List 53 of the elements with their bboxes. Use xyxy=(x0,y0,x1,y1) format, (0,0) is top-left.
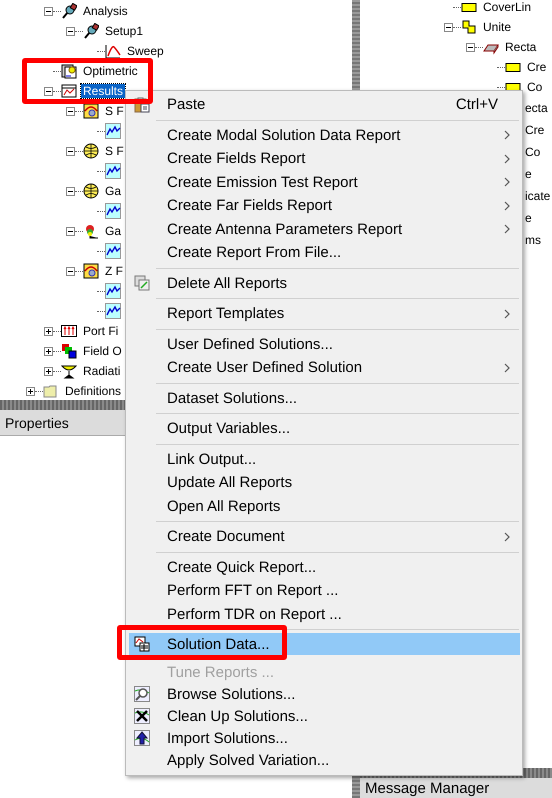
tree-item[interactable]: icate xyxy=(523,189,552,203)
tree-item[interactable]: Ga xyxy=(103,224,124,238)
menu-item[interactable]: Create User Defined Solution xyxy=(129,356,520,380)
tree-item[interactable]: Optimetric xyxy=(81,64,140,78)
menu-item[interactable]: Create Emission Test Report xyxy=(129,170,520,194)
tree-item[interactable]: Radiati xyxy=(81,364,122,378)
menu-item[interactable]: Report Templates xyxy=(129,302,520,326)
tree-item[interactable]: Co xyxy=(523,145,542,159)
menu-item[interactable]: Perform FFT on Report ... xyxy=(129,579,520,602)
menu-item[interactable]: Open All Reports xyxy=(129,494,520,518)
menu-item[interactable]: Create Quick Report... xyxy=(129,556,520,579)
menu-item[interactable]: Create Far Fields Report xyxy=(129,194,520,218)
tree-item[interactable]: Results xyxy=(81,84,126,98)
tree-item[interactable]: Unite xyxy=(481,20,514,34)
menu-item[interactable]: Solution Data... xyxy=(129,633,520,655)
tree-item[interactable]: Ga xyxy=(103,184,124,198)
menu-item[interactable]: Create Report From File... xyxy=(129,241,520,264)
menu-item[interactable]: Create Antenna Parameters Report xyxy=(129,218,520,241)
menu-item[interactable]: Perform TDR on Report ... xyxy=(129,602,520,626)
tree-item[interactable]: ecta xyxy=(523,101,550,115)
tree-item[interactable]: Cre xyxy=(525,60,548,74)
tree-item[interactable]: Setup1 xyxy=(103,24,146,38)
tree-item[interactable]: Definitions xyxy=(63,384,124,398)
menu-item[interactable]: Link Output... xyxy=(129,448,520,471)
tree-item[interactable]: Field O xyxy=(81,344,124,358)
menu-item[interactable]: Paste Ctrl+V xyxy=(129,93,520,116)
menu-item[interactable]: Dataset Solutions... xyxy=(129,386,520,410)
menu-item[interactable]: Delete All Reports xyxy=(129,272,520,295)
tree-item[interactable]: S F xyxy=(103,104,126,118)
menu-item[interactable]: Browse Solutions... xyxy=(129,683,520,705)
tree-item[interactable]: Recta xyxy=(503,40,538,54)
tree-item[interactable]: Cre xyxy=(523,123,546,137)
tree-item[interactable]: Analysis xyxy=(81,4,130,18)
tree-item[interactable]: ms xyxy=(523,233,543,247)
tree-item[interactable]: e xyxy=(523,211,534,225)
menu-item[interactable]: Create Document xyxy=(129,525,520,548)
tree-item[interactable]: Port Fi xyxy=(81,324,120,338)
panel-title: Properties xyxy=(5,414,69,430)
tree-item[interactable]: e xyxy=(523,167,534,181)
menu-item[interactable]: Apply Solved Variation... xyxy=(129,749,520,771)
tree-item[interactable]: Co xyxy=(525,80,544,94)
tree-item[interactable]: Sweep xyxy=(125,44,166,58)
tree-item[interactable]: S F xyxy=(103,144,126,158)
menu-item[interactable]: Import Solutions... xyxy=(129,727,520,749)
menu-item[interactable]: User Defined Solutions... xyxy=(129,332,520,356)
tree-item[interactable]: Z F xyxy=(103,264,125,278)
panel-title: Message Manager xyxy=(365,780,490,796)
menu-item[interactable]: Update All Reports xyxy=(129,471,520,494)
menu-item[interactable]: Clean Up Solutions... xyxy=(129,705,520,727)
menu-item[interactable]: Create Fields Report xyxy=(129,147,520,170)
menu-item[interactable]: Output Variables... xyxy=(129,417,520,440)
tree-item[interactable]: CoverLin xyxy=(481,0,534,14)
menu-item[interactable]: Create Modal Solution Data Report xyxy=(129,124,520,147)
